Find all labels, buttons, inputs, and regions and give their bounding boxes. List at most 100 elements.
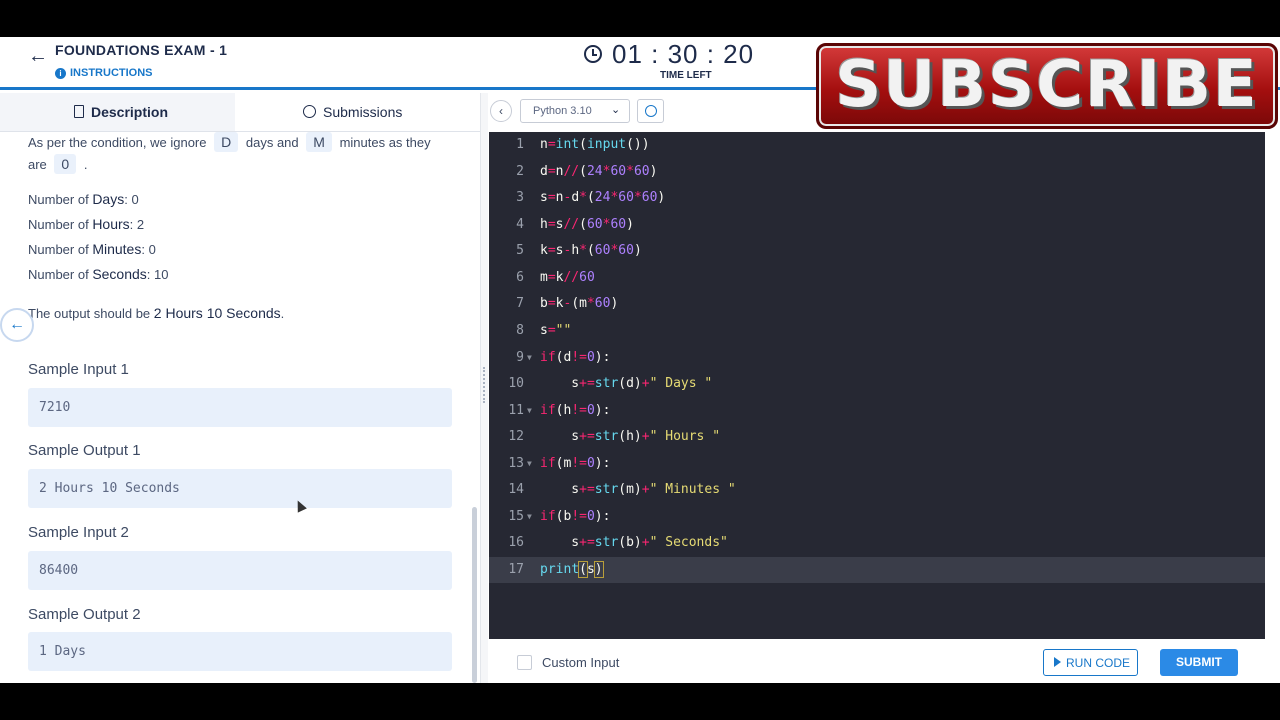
submit-button[interactable]: SUBMIT bbox=[1160, 649, 1238, 676]
sample-output-1-value: 2 Hours 10 Seconds bbox=[39, 481, 180, 496]
code-editor[interactable]: 1 n=int(input()) 2 d=n//(24*60*60) 3 s=n-d*… bbox=[489, 132, 1265, 639]
arrow-left-icon[interactable]: ← bbox=[28, 45, 48, 68]
line-number: 3 bbox=[516, 190, 524, 205]
description-panel: As per the condition, we ignore D days a… bbox=[0, 132, 480, 683]
stat-key: Seconds bbox=[92, 266, 147, 282]
line-number: 12 bbox=[508, 429, 524, 444]
sample-output-1-box: 2 Hours 10 Seconds bbox=[28, 469, 452, 508]
sample-input-2-box: 86400 bbox=[28, 551, 452, 590]
code-line: 4 h=s//(60*60) bbox=[489, 212, 1265, 238]
history-icon bbox=[303, 105, 316, 118]
line-number: 10 bbox=[508, 376, 524, 391]
code-line: 3 s=n-d*(24*60*60) bbox=[489, 185, 1265, 211]
code-text: if(h!=0): bbox=[540, 403, 611, 418]
chevron-left-icon[interactable]: ‹ bbox=[490, 100, 512, 122]
run-code-button[interactable]: RUN CODE bbox=[1043, 649, 1138, 676]
code-text: d=n//(24*60*60) bbox=[540, 164, 658, 179]
line-number: 11 bbox=[508, 403, 524, 418]
fold-arrow-icon[interactable]: ▼ bbox=[527, 345, 532, 371]
code-text: s=n-d*(24*60*60) bbox=[540, 190, 666, 205]
line-number: 6 bbox=[516, 270, 524, 285]
code-text: m=k//60 bbox=[540, 270, 595, 285]
instructions-link[interactable]: INSTRUCTIONS bbox=[70, 67, 153, 79]
stat-value: : 0 bbox=[124, 192, 139, 207]
language-value: Python 3.10 bbox=[533, 105, 592, 117]
stat-key: Hours bbox=[92, 216, 130, 232]
sample-input-2-title: Sample Input 2 bbox=[28, 524, 129, 541]
code-text: s+=str(h)+" Hours " bbox=[540, 429, 721, 444]
line-number: 15 bbox=[508, 509, 524, 524]
custom-input-checkbox[interactable] bbox=[517, 655, 532, 670]
code-chip-m: M bbox=[306, 132, 332, 152]
line-number: 13 bbox=[508, 456, 524, 471]
stat-value: : 2 bbox=[129, 217, 145, 232]
stat-key: Minutes bbox=[92, 241, 142, 257]
fold-arrow-icon[interactable]: ▼ bbox=[527, 398, 532, 424]
language-select[interactable]: Python 3.10 ⌄ bbox=[520, 99, 630, 123]
stat-minutes: Number of Minutes: 0 bbox=[28, 241, 156, 257]
sample-output-1-title: Sample Output 1 bbox=[28, 442, 141, 459]
tab-submissions-label: Submissions bbox=[323, 104, 403, 120]
output-value: 2 Hours 10 Seconds bbox=[153, 305, 281, 321]
description-scrollbar-thumb[interactable] bbox=[472, 507, 477, 683]
sample-output-2-box: 1 Days bbox=[28, 632, 452, 671]
tab-submissions[interactable]: Submissions bbox=[235, 93, 480, 131]
info-icon: i bbox=[55, 68, 66, 79]
document-icon bbox=[74, 105, 84, 118]
fold-arrow-icon[interactable]: ▼ bbox=[527, 504, 532, 530]
clock-icon bbox=[584, 45, 602, 63]
line-number: 8 bbox=[516, 323, 524, 338]
code-line: 14 s+=str(m)+" Minutes " bbox=[489, 477, 1265, 503]
condition-text: As per the condition, we ignore bbox=[28, 135, 207, 150]
chevron-down-icon: ⌄ bbox=[611, 104, 621, 116]
code-line: 10 s+=str(d)+" Days " bbox=[489, 371, 1265, 397]
tab-description[interactable]: Description bbox=[0, 93, 235, 131]
code-text: if(d!=0): bbox=[540, 350, 611, 365]
code-text: s+=str(b)+" Seconds" bbox=[540, 535, 728, 550]
code-text: b=k-(m*60) bbox=[540, 296, 619, 311]
custom-input-label: Custom Input bbox=[542, 655, 620, 670]
code-line: 6 m=k//60 bbox=[489, 265, 1265, 291]
line-number: 4 bbox=[516, 217, 524, 232]
fold-arrow-icon[interactable]: ▼ bbox=[527, 451, 532, 477]
code-line: 13 ▼ if(m!=0): bbox=[489, 451, 1265, 477]
stat-key: Days bbox=[92, 191, 125, 207]
subscribe-text: SUBSCRIBE bbox=[835, 48, 1259, 122]
code-text: k=s-h*(60*60) bbox=[540, 243, 642, 258]
stat-prefix: Number of bbox=[28, 217, 93, 232]
collapse-panel-button[interactable]: ← bbox=[0, 308, 34, 342]
line-number: 16 bbox=[508, 535, 524, 550]
condition-text: . bbox=[83, 157, 88, 172]
code-line: 5 k=s-h*(60*60) bbox=[489, 238, 1265, 264]
code-line: 15 ▼ if(b!=0): bbox=[489, 504, 1265, 530]
sample-input-1-value: 7210 bbox=[39, 400, 71, 415]
code-text: if(m!=0): bbox=[540, 456, 611, 471]
code-text: n=int(input()) bbox=[540, 137, 650, 152]
run-code-label: RUN CODE bbox=[1066, 656, 1131, 670]
countdown-timer: 01 : 30 : 20 bbox=[612, 39, 755, 69]
subscribe-banner[interactable]: SUBSCRIBE bbox=[816, 43, 1278, 129]
sample-output-2-value: 1 Days bbox=[39, 644, 86, 659]
tab-description-label: Description bbox=[91, 104, 169, 120]
output-suffix: . bbox=[280, 306, 285, 321]
code-line: 9 ▼ if(d!=0): bbox=[489, 345, 1265, 371]
expected-output-text: The output should be 2 Hours 10 Seconds. bbox=[28, 305, 284, 321]
stat-prefix: Number of bbox=[28, 242, 93, 257]
line-number: 17 bbox=[508, 562, 524, 577]
app-window: ← FOUNDATIONS EXAM - 1 i INSTRUCTIONS 01… bbox=[0, 37, 1280, 683]
time-left-label: TIME LEFT bbox=[660, 70, 712, 81]
drag-handle-icon[interactable] bbox=[483, 367, 485, 403]
stat-prefix: Number of bbox=[28, 267, 93, 282]
stat-value: : 0 bbox=[141, 242, 156, 257]
code-chip-d: D bbox=[214, 132, 239, 152]
code-text: s="" bbox=[540, 323, 572, 338]
code-line: 12 s+=str(h)+" Hours " bbox=[489, 424, 1265, 450]
stat-prefix: Number of bbox=[28, 192, 93, 207]
alarm-clock-icon[interactable] bbox=[637, 99, 664, 123]
code-text: s+=str(m)+" Minutes " bbox=[540, 482, 736, 497]
code-text: print(s) bbox=[540, 561, 604, 578]
code-line: 16 s+=str(b)+" Seconds" bbox=[489, 530, 1265, 556]
condition-text: minutes as they bbox=[339, 135, 431, 150]
stat-hours: Number of Hours: 2 bbox=[28, 216, 144, 232]
stat-days: Number of Days: 0 bbox=[28, 191, 139, 207]
